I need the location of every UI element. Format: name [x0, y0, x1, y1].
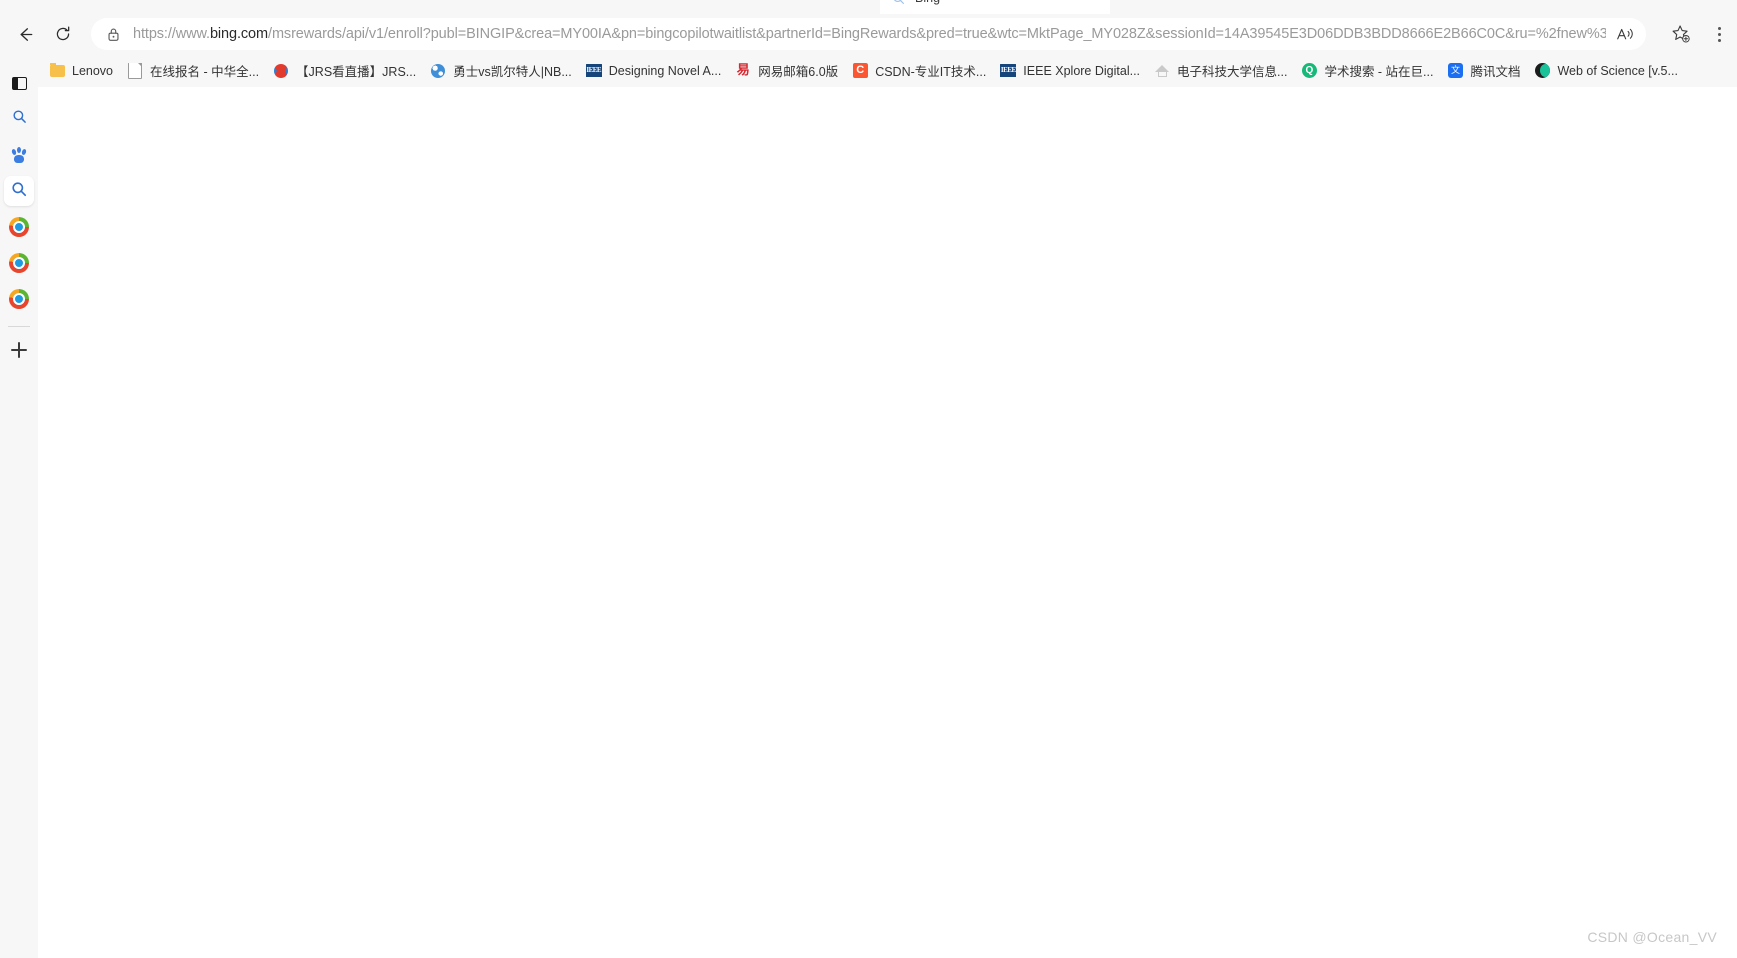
home-icon — [1154, 63, 1170, 79]
search-icon — [11, 181, 27, 202]
ieee-icon-text: IEEE — [1000, 64, 1017, 77]
bookmark-item-lenovo[interactable]: Lenovo — [42, 58, 120, 84]
url-path: /msrewards/api/v1/enroll?publ=BINGIP&cre… — [268, 26, 1606, 42]
back-button[interactable] — [9, 18, 41, 50]
bookmark-label: Lenovo — [72, 63, 114, 78]
watermark: CSDN @Ocean_VV — [1587, 929, 1717, 945]
read-aloud-icon[interactable] — [1610, 20, 1640, 48]
plus-icon — [10, 341, 28, 359]
sidebar-add-button[interactable] — [4, 335, 34, 365]
tab-title: Bing — [915, 0, 940, 5]
bookmark-item-warriors-celtics[interactable]: 勇士vs凯尔特人|NB... — [423, 58, 579, 84]
bookmark-item-tencent-docs[interactable]: 文 腾讯文档 — [1440, 58, 1527, 84]
sidebar-divider — [8, 326, 30, 327]
globe-blue-icon — [430, 63, 446, 79]
sidebar-item-360-2[interactable] — [4, 248, 34, 278]
url-scheme: https://www. — [133, 26, 210, 42]
bookmark-item-ieee-xplore[interactable]: IEEE IEEE Xplore Digital... — [993, 58, 1147, 84]
split-panel-icon — [11, 76, 27, 90]
bookmark-label: 【JRS看直播】JRS... — [296, 65, 417, 79]
ieee-icon: IEEE — [1000, 63, 1017, 79]
edge-sidebar — [0, 60, 38, 958]
globe-red-icon — [273, 63, 289, 79]
csdn-icon: C — [852, 63, 868, 79]
bookmark-label: 学术搜索 - 站在巨... — [1324, 65, 1434, 79]
folder-icon — [49, 62, 65, 79]
bookmark-label: Designing Novel A... — [608, 63, 722, 78]
toolbar-right-actions — [1656, 18, 1737, 50]
search-icon — [12, 109, 27, 129]
refresh-button[interactable] — [47, 18, 79, 50]
favorites-button[interactable] — [1665, 18, 1697, 50]
sidebar-item-browser-essentials[interactable] — [4, 68, 34, 98]
sidebar-item-search-2[interactable] — [4, 176, 34, 206]
netease-icon-text: 易 — [736, 63, 750, 78]
360-browser-icon — [9, 289, 29, 309]
bookmark-label: 勇士vs凯尔特人|NB... — [453, 65, 572, 79]
scholar-icon-text: Q — [1301, 63, 1317, 78]
baidu-paw-icon — [10, 146, 28, 164]
document-icon — [127, 62, 143, 79]
bookmark-item-web-of-science[interactable]: Web of Science [v.5... — [1527, 58, 1684, 84]
sidebar-item-baidu[interactable] — [4, 140, 34, 170]
bookmark-item-online-registration[interactable]: 在线报名 - 中华全... — [120, 58, 266, 84]
ieee-icon-text: IEEE — [585, 64, 602, 77]
address-bar[interactable]: https://www.bing.com/msrewards/api/v1/en… — [91, 18, 1646, 50]
url-domain: bing.com — [209, 26, 269, 42]
browser-toolbar: https://www.bing.com/msrewards/api/v1/en… — [0, 14, 1737, 54]
bookmark-label: 网易邮箱6.0版 — [758, 65, 839, 79]
bookmark-item-scholar-search[interactable]: Q 学术搜索 - 站在巨... — [1294, 58, 1440, 84]
csdn-icon-text: C — [852, 63, 868, 78]
bookmark-label: 电子科技大学信息... — [1177, 65, 1288, 79]
scholar-icon: Q — [1301, 63, 1317, 79]
netease-mail-icon: 易 — [735, 63, 751, 79]
bookmark-label: IEEE Xplore Digital... — [1023, 63, 1141, 78]
sidebar-item-search-1[interactable] — [4, 104, 34, 134]
bookmark-item-designing-novel[interactable]: IEEE Designing Novel A... — [579, 58, 729, 84]
bookmark-label: 腾讯文档 — [1470, 65, 1521, 79]
bookmark-item-uestc[interactable]: 电子科技大学信息... — [1147, 58, 1294, 84]
360-browser-icon — [9, 217, 29, 237]
bookmark-label: 在线报名 - 中华全... — [150, 65, 260, 79]
browser-window: Bing https://www.bing. — [0, 0, 1737, 958]
settings-and-more-button[interactable] — [1703, 18, 1735, 50]
lock-icon[interactable] — [103, 24, 123, 44]
bookmark-item-netease-mail[interactable]: 易 网易邮箱6.0版 — [728, 58, 845, 84]
ieee-icon: IEEE — [585, 63, 602, 79]
ellipsis-vertical-icon — [1710, 20, 1728, 48]
page-content: CSDN @Ocean_VV — [38, 87, 1737, 958]
bookmark-label: Web of Science [v.5... — [1557, 63, 1678, 78]
bookmarks-bar: Lenovo 在线报名 - 中华全... 【JRS看直播】JRS... 勇士vs… — [0, 54, 1737, 87]
search-icon — [890, 0, 906, 6]
sidebar-item-360-1[interactable] — [4, 212, 34, 242]
bookmark-item-csdn[interactable]: C CSDN-专业IT技术... — [845, 58, 993, 84]
sidebar-item-360-3[interactable] — [4, 284, 34, 314]
bookmark-label: CSDN-专业IT技术... — [875, 65, 987, 79]
tencent-docs-icon-text: 文 — [1447, 63, 1463, 78]
address-bar-url: https://www.bing.com/msrewards/api/v1/en… — [133, 24, 1606, 44]
web-of-science-icon — [1534, 63, 1550, 79]
bookmark-item-jrs-live[interactable]: 【JRS看直播】JRS... — [266, 58, 423, 84]
360-browser-icon — [9, 253, 29, 273]
tencent-docs-icon: 文 — [1447, 63, 1463, 79]
tab-strip: Bing — [0, 0, 1737, 14]
tab-bing[interactable]: Bing — [880, 0, 1110, 14]
